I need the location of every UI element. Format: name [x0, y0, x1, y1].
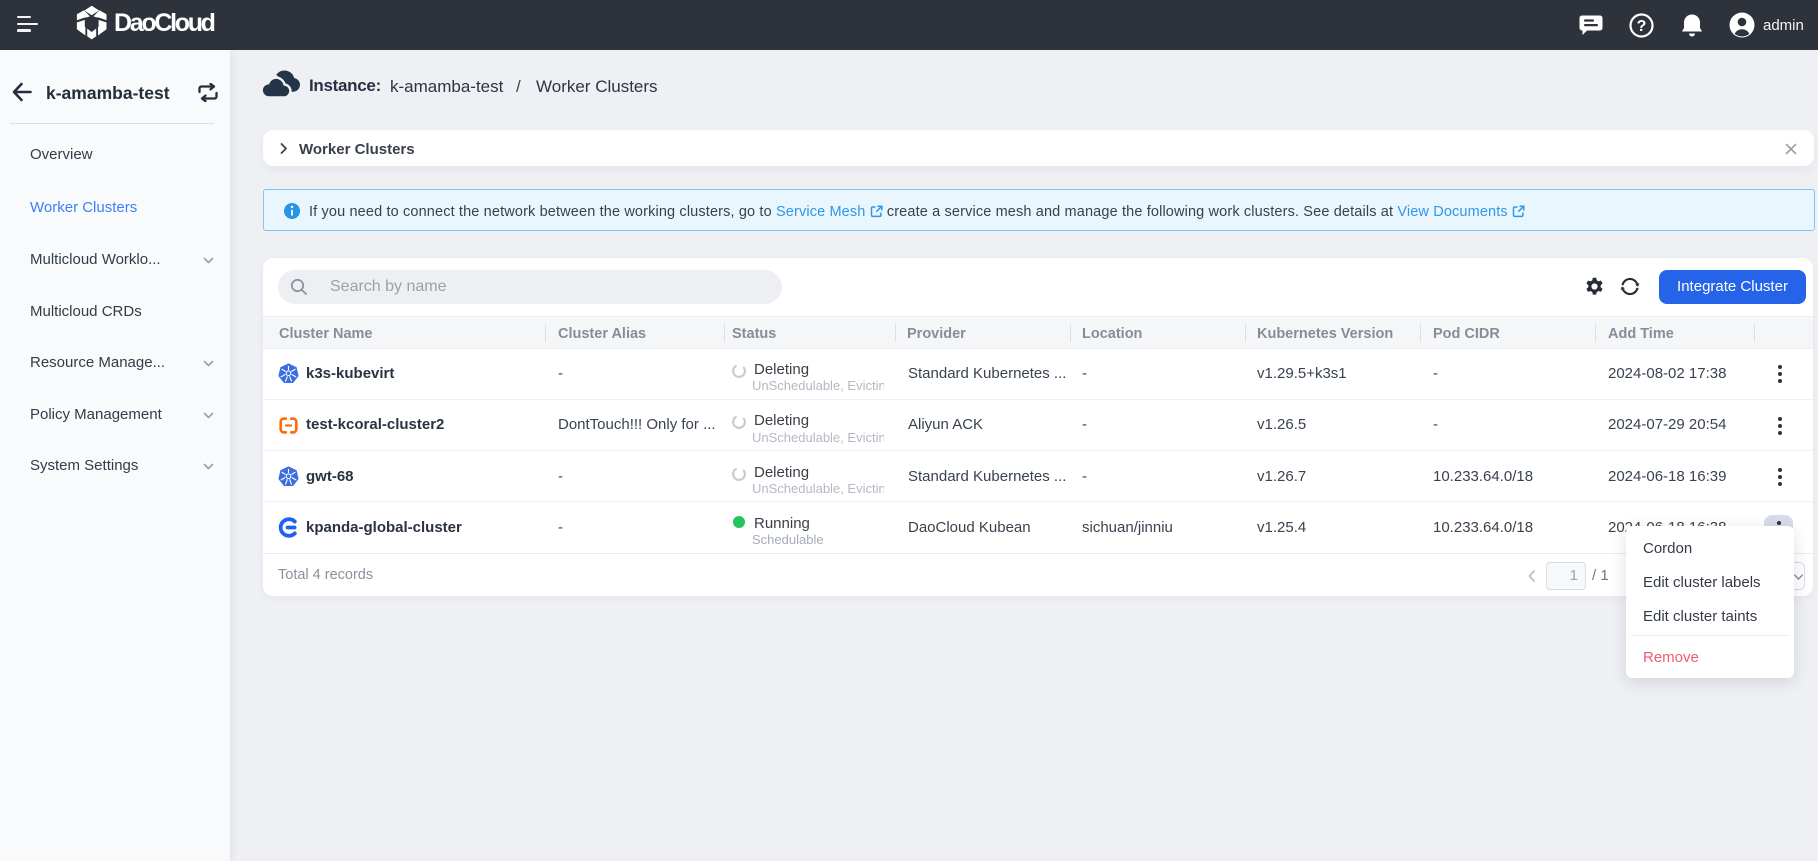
svg-text:?: ? — [1637, 18, 1647, 35]
